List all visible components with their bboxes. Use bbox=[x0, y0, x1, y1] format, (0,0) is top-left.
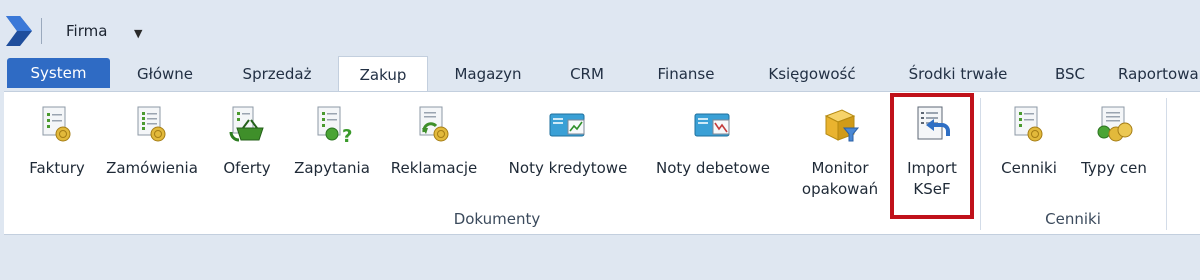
tab-raportowanie[interactable]: Raportowanie bbox=[1118, 56, 1200, 92]
ribbon-tabs: System Główne Sprzedaż Zakup Magazyn CRM… bbox=[0, 56, 1200, 92]
typy-cen-button[interactable]: Typy cen bbox=[1074, 92, 1154, 204]
complaint-return-icon bbox=[419, 106, 449, 142]
reklamacje-label: Reklamacje bbox=[390, 159, 478, 177]
svg-text:?: ? bbox=[342, 126, 352, 144]
ribbon-panel: Faktury Zamówienia Oferty ? Zapytania Re… bbox=[4, 91, 1200, 235]
monitor-opakowan-button[interactable]: Monitor opakowań bbox=[794, 92, 886, 204]
tab-bsc[interactable]: BSC bbox=[1040, 56, 1100, 92]
import-ksef-highlight-box bbox=[890, 93, 974, 219]
monitor-opakowan-line1: Monitor bbox=[811, 159, 869, 177]
oferty-label: Oferty bbox=[223, 159, 271, 177]
group-divider bbox=[980, 98, 981, 230]
group-divider bbox=[1166, 98, 1167, 230]
zamowienia-label: Zamówienia bbox=[106, 159, 198, 177]
reklamacje-button[interactable]: Reklamacje bbox=[384, 92, 484, 204]
price-types-icon bbox=[1097, 106, 1133, 142]
cenniki-button[interactable]: Cenniki bbox=[990, 92, 1068, 204]
noty-debetowe-button[interactable]: Noty debetowe bbox=[646, 92, 780, 204]
zapytania-label: Zapytania bbox=[294, 159, 370, 177]
typy-cen-label: Typy cen bbox=[1081, 159, 1147, 177]
cenniki-label: Cenniki bbox=[1001, 159, 1057, 177]
noty-kredytowe-label: Noty kredytowe bbox=[508, 159, 628, 177]
price-list-icon bbox=[1014, 106, 1043, 142]
credit-note-icon bbox=[549, 113, 585, 137]
toolbar-divider bbox=[41, 18, 42, 44]
package-filter-icon bbox=[824, 109, 860, 142]
group-label-cenniki: Cenniki bbox=[1045, 210, 1101, 228]
tab-magazyn[interactable]: Magazyn bbox=[440, 56, 536, 92]
tab-crm[interactable]: CRM bbox=[552, 56, 622, 92]
tab-srodki-trwale[interactable]: Środki trwałe bbox=[890, 56, 1026, 92]
tab-zakup[interactable]: Zakup bbox=[338, 56, 428, 92]
tab-glowne[interactable]: Główne bbox=[120, 56, 210, 92]
oferty-button[interactable]: Oferty bbox=[214, 92, 280, 204]
noty-debetowe-label: Noty debetowe bbox=[656, 159, 770, 177]
invoice-coin-icon bbox=[42, 106, 71, 142]
noty-kredytowe-button[interactable]: Noty kredytowe bbox=[498, 92, 638, 204]
app-logo-icon[interactable] bbox=[6, 16, 32, 46]
tab-ksiegowosc[interactable]: Księgowość bbox=[750, 56, 874, 92]
inquiry-question-icon: ? bbox=[317, 106, 352, 144]
quick-access-toolbar: Firma ▼ bbox=[0, 0, 1200, 52]
debit-note-icon bbox=[694, 113, 730, 137]
offer-basket-icon bbox=[229, 106, 264, 142]
group-label-dokumenty: Dokumenty bbox=[453, 210, 541, 228]
tab-finanse[interactable]: Finanse bbox=[640, 56, 732, 92]
order-coin-icon bbox=[137, 106, 166, 142]
monitor-opakowan-line2: opakowań bbox=[801, 180, 879, 198]
workspace-area bbox=[0, 236, 1200, 280]
zamowienia-button[interactable]: Zamówienia bbox=[100, 92, 204, 204]
tab-system[interactable]: System bbox=[7, 58, 110, 88]
firma-button[interactable]: Firma bbox=[66, 22, 107, 40]
application-window: Firma ▼ System Główne Sprzedaż Zakup Mag… bbox=[0, 0, 1200, 280]
tab-sprzedaz[interactable]: Sprzedaż bbox=[228, 56, 326, 92]
monitor-opakowan-label: Monitor opakowań bbox=[794, 158, 886, 200]
faktury-label: Faktury bbox=[29, 159, 85, 177]
triangle-down-icon[interactable]: ▼ bbox=[134, 27, 142, 40]
faktury-button[interactable]: Faktury bbox=[16, 92, 98, 204]
zapytania-button[interactable]: ? Zapytania bbox=[286, 92, 378, 204]
